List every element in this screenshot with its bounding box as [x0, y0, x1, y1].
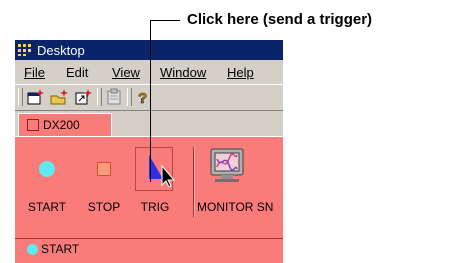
stop-label: STOP [87, 200, 121, 214]
menu-view[interactable]: View [112, 65, 140, 80]
menu-file[interactable]: File [24, 65, 45, 80]
properties-icon[interactable] [105, 88, 125, 106]
arrow-icon[interactable] [73, 88, 93, 106]
monitor-button[interactable]: MONITOR SN [195, 141, 283, 223]
toolbar-grip[interactable] [18, 88, 23, 106]
tab-strip: DX200 [15, 111, 283, 138]
tab-label: DX200 [43, 118, 80, 132]
monitor-label: MONITOR SN [197, 200, 274, 214]
tab-dx200[interactable]: DX200 [18, 113, 112, 138]
menu-edit[interactable]: Edit [66, 65, 88, 80]
app-window: Desktop File Edit View Window Help ? DX2… [15, 40, 283, 263]
tab-checkbox[interactable] [27, 119, 39, 131]
monitor-icon [210, 148, 244, 182]
start-icon [39, 161, 55, 177]
toolbar: ? [15, 84, 283, 111]
new-window-icon[interactable] [25, 88, 45, 106]
menu-window[interactable]: Window [160, 65, 206, 80]
toolbar-separator [97, 88, 102, 106]
menu-bar: File Edit View Window Help [15, 60, 283, 84]
trig-button[interactable]: TRIG [135, 141, 175, 223]
control-panel: START STOP TRIG MONITOR SN START [15, 136, 283, 263]
window-title: Desktop [37, 42, 85, 58]
callout-line-horizontal [150, 20, 180, 21]
menu-help[interactable]: Help [227, 65, 254, 80]
trig-icon [149, 155, 175, 187]
callout-label: Click here (send a trigger) [187, 11, 373, 28]
trig-label: TRIG [140, 200, 170, 214]
start-label: START [27, 200, 67, 214]
start-button[interactable]: START [27, 141, 67, 223]
status-label: START [41, 242, 80, 256]
stop-icon [97, 162, 111, 176]
title-bar[interactable]: Desktop [15, 40, 283, 60]
toolbar-separator-2 [127, 88, 132, 106]
new-layout-icon[interactable] [49, 88, 69, 106]
desktop-icon [17, 43, 33, 57]
stop-button[interactable]: STOP [85, 141, 123, 223]
status-row: START [15, 238, 283, 259]
callout-line-vertical [150, 20, 151, 182]
status-indicator-icon [27, 244, 38, 255]
svg-text:?: ? [138, 90, 147, 106]
